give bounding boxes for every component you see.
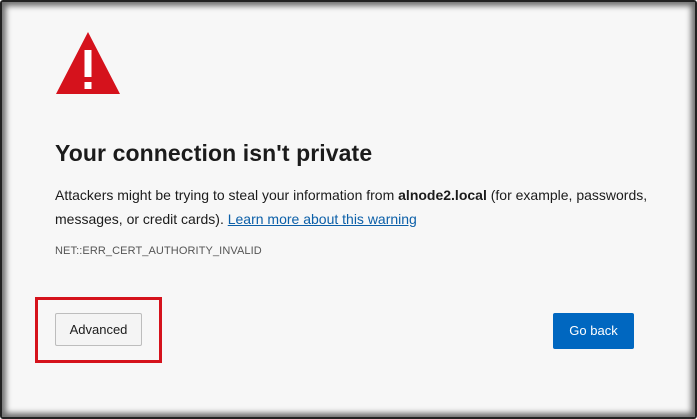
error-code: NET::ERR_CERT_AUTHORITY_INVALID: [55, 245, 262, 257]
page-title: Your connection isn't private: [55, 140, 373, 166]
go-back-button[interactable]: Go back: [553, 313, 634, 349]
learn-more-link[interactable]: Learn more about this warning: [228, 211, 417, 227]
warning-triangle-icon: [56, 32, 120, 94]
advanced-button[interactable]: Advanced: [55, 313, 142, 346]
error-page: Your connection isn't private Attackers …: [0, 0, 697, 419]
warning-description: Attackers might be trying to steal your …: [55, 183, 655, 231]
description-prefix: Attackers might be trying to steal your …: [55, 187, 399, 203]
host-name: alnode2.local: [398, 187, 487, 203]
